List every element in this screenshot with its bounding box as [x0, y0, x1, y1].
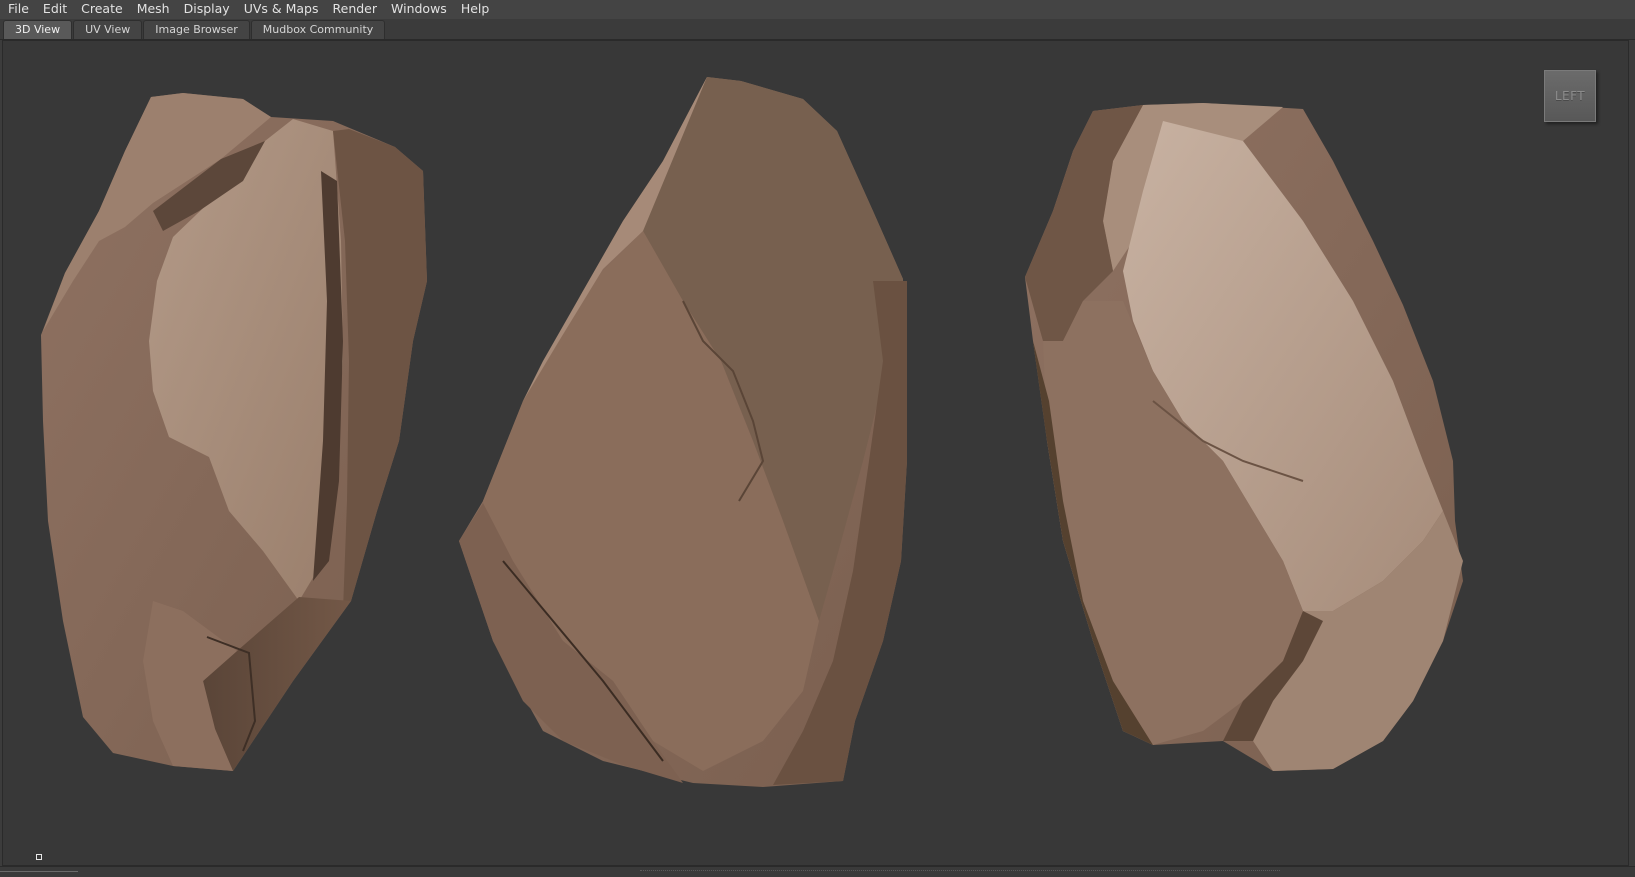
3d-viewport[interactable]: LEFT	[2, 40, 1629, 866]
splitter-handle-icon[interactable]	[640, 870, 1280, 872]
menu-display[interactable]: Display	[177, 0, 237, 19]
bottom-splitter[interactable]	[0, 866, 1635, 877]
menu-mesh[interactable]: Mesh	[130, 0, 177, 19]
tab-3d-view[interactable]: 3D View	[3, 20, 73, 39]
view-cube-label: LEFT	[1554, 89, 1586, 103]
tab-mudbox-community[interactable]: Mudbox Community	[250, 20, 386, 39]
mudbox-window: File Edit Create Mesh Display UVs & Maps…	[0, 0, 1635, 877]
view-tab-strip: 3D View UV View Image Browser Mudbox Com…	[0, 19, 1635, 40]
menu-create[interactable]: Create	[74, 0, 130, 19]
menu-render[interactable]: Render	[326, 0, 385, 19]
tab-image-browser[interactable]: Image Browser	[143, 20, 250, 39]
rock-sculpt-1[interactable]	[41, 93, 427, 771]
menu-file[interactable]: File	[0, 0, 36, 19]
viewport-scene	[41, 77, 1463, 787]
tab-uv-view[interactable]: UV View	[73, 20, 143, 39]
menu-edit[interactable]: Edit	[36, 0, 74, 19]
menu-uvs-maps[interactable]: UVs & Maps	[237, 0, 326, 19]
rock-sculpt-2[interactable]	[459, 77, 907, 787]
splitter-tab	[0, 871, 78, 877]
rock-sculpt-3[interactable]	[1025, 103, 1463, 771]
origin-marker-icon	[36, 854, 42, 860]
view-cube[interactable]: LEFT	[1544, 70, 1596, 122]
menu-windows[interactable]: Windows	[384, 0, 454, 19]
menu-bar: File Edit Create Mesh Display UVs & Maps…	[0, 0, 1635, 19]
menu-help[interactable]: Help	[454, 0, 497, 19]
